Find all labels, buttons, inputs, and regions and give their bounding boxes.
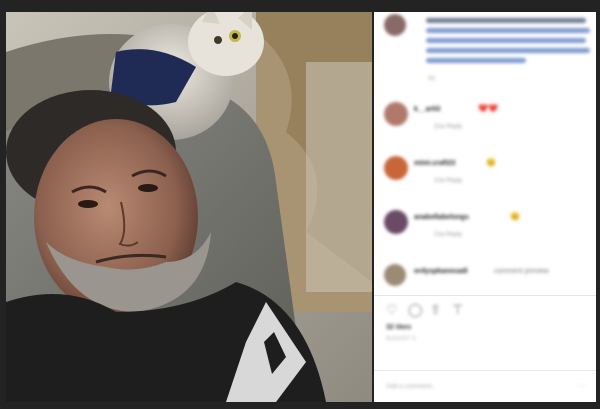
post-timestamp: AUGUST 5 [386, 336, 416, 342]
add-comment-bar[interactable]: Add a comment... ⋯ [374, 370, 596, 402]
post-photo[interactable] [6, 12, 372, 402]
caption-avatar[interactable] [384, 14, 406, 36]
photo-illustration [6, 12, 372, 402]
comment-meta[interactable]: 21w Reply [434, 124, 462, 130]
comment-username[interactable]: k__artiii [414, 106, 440, 113]
caption-time: 4d [428, 76, 435, 82]
add-comment-input[interactable]: Add a comment... [386, 383, 437, 390]
speech-bubble-icon[interactable]: ◯ [408, 302, 423, 318]
comment-emoji: 😊 [486, 158, 496, 167]
comment-emoji: ❤️❤️ [478, 104, 498, 113]
likes-count[interactable]: 32 likes [386, 324, 411, 331]
comment-text: comment preview [494, 268, 549, 275]
bookmark-icon[interactable]: ⊤ [452, 302, 463, 318]
comment-username[interactable]: ordyspkanosadi [414, 268, 468, 275]
caption-line [426, 28, 590, 33]
comment-username[interactable]: anabellabelongs [414, 214, 469, 221]
action-bar: ♡ ◯ ⇧ ⊤ 32 likes AUGUST 5 [374, 295, 596, 342]
comment-emoji: 😊 [510, 212, 520, 221]
heart-icon[interactable]: ♡ [386, 302, 398, 318]
screenshot-frame: 4d k__artiii ❤️❤️ 21w Reply mimi.craft23… [0, 0, 600, 409]
comment-item: anabellabelongs 😊 21w Reply [382, 208, 592, 248]
comment-avatar[interactable] [384, 102, 408, 126]
comment-avatar[interactable] [384, 210, 408, 234]
caption-line [426, 48, 590, 53]
comment-avatar[interactable] [384, 264, 406, 286]
caption-line [426, 58, 526, 63]
share-arrow-icon[interactable]: ⇧ [430, 302, 441, 318]
caption-block: 4d [382, 14, 592, 94]
caption-line [426, 18, 586, 23]
post-side-panel: 4d k__artiii ❤️❤️ 21w Reply mimi.craft23… [374, 12, 596, 402]
comment-username[interactable]: mimi.craft23 [414, 160, 455, 167]
comment-item: k__artiii ❤️❤️ 21w Reply [382, 100, 592, 140]
comment-item: mimi.craft23 😊 21w Reply [382, 154, 592, 194]
comment-meta[interactable]: 21w Reply [434, 232, 462, 238]
caption-line [426, 38, 586, 43]
comment-avatar[interactable] [384, 156, 408, 180]
ellipsis-icon[interactable]: ⋯ [577, 380, 586, 391]
comment-meta[interactable]: 21w Reply [434, 178, 462, 184]
